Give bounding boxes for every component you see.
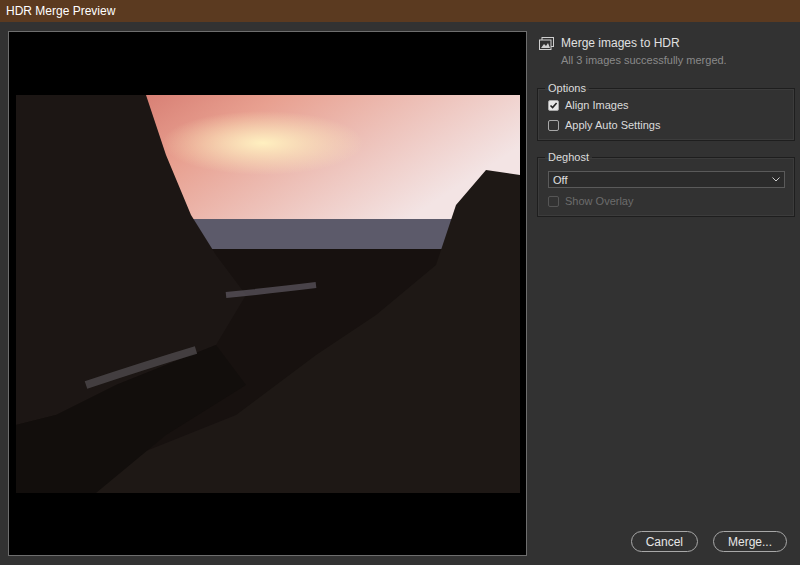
checkbox-label: Apply Auto Settings — [565, 119, 660, 131]
side-panel: Merge images to HDRAll 3 images successf… — [537, 31, 795, 556]
dialog-button[interactable]: Cancel — [631, 531, 698, 552]
dialog-button[interactable]: Merge... — [713, 531, 787, 552]
checkbox[interactable] — [548, 100, 559, 111]
group-legend: Options — [545, 82, 589, 94]
checkbox-label: Align Images — [565, 99, 629, 111]
images-icon — [539, 37, 554, 50]
header: Merge images to HDR — [537, 36, 795, 50]
check-icon — [549, 101, 558, 110]
status-text: All 3 images successfully merged. — [537, 50, 795, 66]
preview-area — [8, 31, 527, 556]
options-group: Options Align Images Apply Auto Settings — [537, 82, 795, 141]
chevron-down-icon — [772, 177, 780, 182]
dialog: HDR Merge Preview Merge images to HDRAll … — [0, 0, 800, 565]
title-bar: HDR Merge Preview — [0, 0, 800, 22]
header-title: Merge images to HDR — [561, 36, 680, 50]
group-legend: Deghost — [545, 151, 592, 163]
deghost-group: Deghost Off Show Overlay — [537, 151, 795, 217]
checkbox-row[interactable]: Align Images — [548, 98, 785, 112]
checkbox[interactable] — [548, 120, 559, 131]
deghost-select[interactable]: Off — [548, 171, 785, 188]
checkbox-row[interactable]: Apply Auto Settings — [548, 118, 785, 132]
checkbox-label: Show Overlay — [565, 195, 633, 207]
preview-photo — [16, 95, 520, 493]
button-row: Cancel Merge... — [537, 531, 795, 556]
checkbox — [548, 196, 559, 207]
checkbox-row: Show Overlay — [548, 194, 785, 208]
dialog-body: Merge images to HDRAll 3 images successf… — [0, 22, 800, 565]
select-value: Off — [553, 174, 567, 186]
